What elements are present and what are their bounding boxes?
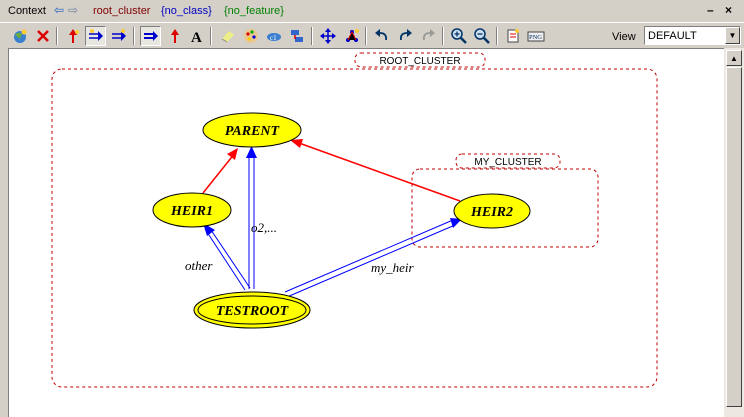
client-link-line xyxy=(208,226,251,289)
inheritance-link-heir2-parent[interactable] xyxy=(298,142,461,202)
eraser-icon[interactable] xyxy=(217,26,238,46)
export-icon[interactable] xyxy=(502,26,523,46)
minimize-button[interactable]: – xyxy=(707,3,714,17)
toolbar-separator xyxy=(496,27,498,45)
class-node-parent[interactable]: PARENT xyxy=(202,112,302,148)
inheritance-link-heir1-parent[interactable] xyxy=(202,152,236,194)
back-arrow-icon[interactable]: ⇦ xyxy=(54,4,64,16)
context-bar: Context ⇦ ⇨ root_cluster {no_class} {no_… xyxy=(0,0,744,22)
diagram-canvas[interactable]: ROOT_CLUSTER MY_CLUSTER other o2,... my_… xyxy=(8,48,724,417)
toolbar-separator xyxy=(442,27,444,45)
toolbar-separator xyxy=(311,27,313,45)
toolbar-separator xyxy=(210,27,212,45)
context-feature-link[interactable]: {no_feature} xyxy=(224,5,284,17)
figure-icon[interactable] xyxy=(286,26,307,46)
class-node-heir1[interactable]: HEIR1 xyxy=(152,192,232,228)
undo-icon[interactable] xyxy=(371,26,392,46)
zoom-out-icon[interactable] xyxy=(471,26,492,46)
supplier-link-icon[interactable] xyxy=(85,26,106,46)
class-name-testroot: TESTROOT xyxy=(216,304,290,319)
create-aggregation-icon[interactable] xyxy=(164,26,185,46)
context-cluster-link[interactable]: root_cluster xyxy=(93,5,150,17)
close-button[interactable]: × xyxy=(725,3,732,17)
zoom-in-icon[interactable] xyxy=(448,26,469,46)
class-node-testroot[interactable]: TESTROOT xyxy=(193,291,311,329)
delete-icon[interactable] xyxy=(32,26,53,46)
toolbar-separator xyxy=(56,27,58,45)
redo-disabled-icon[interactable] xyxy=(417,26,438,46)
context-label: Context xyxy=(8,5,46,17)
scroll-up-button[interactable]: ▲ xyxy=(726,50,742,66)
link-label-other: other xyxy=(185,258,213,273)
link-label-my-heir: my_heir xyxy=(371,260,415,275)
forward-arrow-icon[interactable]: ⇨ xyxy=(68,4,78,16)
class-name-parent: PARENT xyxy=(225,124,281,139)
class-name-heir2: HEIR2 xyxy=(470,205,513,220)
client-link-icon[interactable] xyxy=(108,26,129,46)
redo-icon[interactable] xyxy=(394,26,415,46)
class-node-heir2[interactable]: HEIR2 xyxy=(453,193,531,229)
png-icon[interactable]: PNG xyxy=(525,26,546,46)
physics-icon[interactable] xyxy=(341,26,362,46)
view-label: View xyxy=(612,31,636,43)
color-icon[interactable] xyxy=(240,26,261,46)
link-label-o2: o2,... xyxy=(251,220,277,235)
vertical-scrollbar[interactable]: ▲ xyxy=(724,48,744,417)
scroll-thumb[interactable] xyxy=(726,67,742,407)
my-cluster-label: MY_CLUSTER xyxy=(474,157,541,168)
new-diagram-icon[interactable] xyxy=(9,26,30,46)
root-cluster-label: ROOT_CLUSTER xyxy=(379,56,460,67)
view-select-value: DEFAULT xyxy=(648,30,697,42)
move-icon[interactable] xyxy=(317,26,338,46)
toolbar: A c1 PNG View xyxy=(0,22,744,49)
class-name-heir1: HEIR1 xyxy=(170,204,213,219)
client-arrowhead xyxy=(246,146,257,158)
context-class-link[interactable]: {no_class} xyxy=(161,5,212,17)
svg-text:c1: c1 xyxy=(270,34,277,42)
client-link-testroot-heir2[interactable] xyxy=(284,219,454,293)
chevron-down-icon[interactable]: ▼ xyxy=(725,27,740,44)
view-select[interactable]: DEFAULT ▼ xyxy=(644,26,741,45)
inheritance-arrowhead xyxy=(227,148,238,160)
diagram-svg: ROOT_CLUSTER MY_CLUSTER other o2,... my_… xyxy=(51,52,658,388)
text-icon[interactable]: A xyxy=(186,26,207,46)
toolbar-separator xyxy=(365,27,367,45)
toolbar-separator xyxy=(133,27,135,45)
svg-text:A: A xyxy=(191,30,202,44)
svg-text:PNG: PNG xyxy=(529,34,542,41)
cluster-icon[interactable]: c1 xyxy=(263,26,284,46)
create-inheritance-icon[interactable] xyxy=(140,26,161,46)
root-cluster-frame[interactable] xyxy=(51,68,658,388)
inheritance-link-icon[interactable] xyxy=(62,26,83,46)
